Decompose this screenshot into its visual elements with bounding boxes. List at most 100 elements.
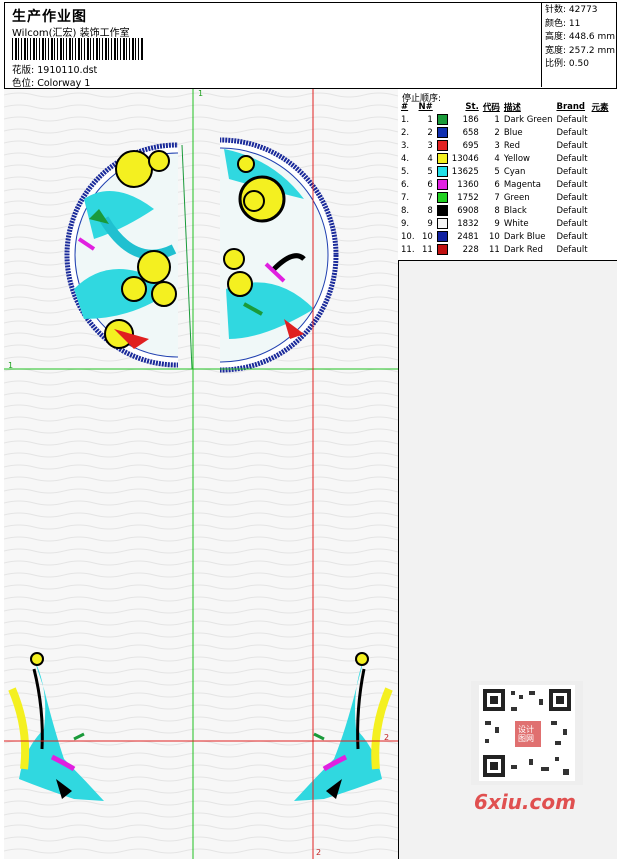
row-needle: 1: [427, 114, 433, 125]
thread-row: 4. 4 13046 4 Yellow Default: [399, 152, 611, 165]
stitch-count: 针数: 42773: [545, 5, 598, 15]
row-element: [590, 178, 611, 191]
row-swatch: [435, 139, 450, 152]
row-index: 2.: [401, 127, 410, 138]
row-stitches: 658: [462, 127, 479, 138]
row-element: [590, 217, 611, 230]
thread-row: 8. 8 6908 8 Black Default: [399, 204, 611, 217]
design-width: 宽度: 257.2 mm: [545, 45, 616, 56]
barcode: [12, 38, 144, 60]
design-line: 花版: 1910110.dst: [12, 62, 97, 76]
thread-table: # N# St. 代码 描述 Brand 元素 1. 1 186 1 Dark Gree…: [399, 101, 611, 256]
thread-row: 10. 10 2481 10 Dark Blue Default: [399, 230, 611, 243]
row-needle: 3: [427, 140, 433, 151]
row-element: [590, 191, 611, 204]
row-needle: 4: [427, 153, 433, 164]
row-code: 1: [494, 114, 500, 125]
qr-caption: 设计 图网: [518, 725, 534, 743]
row-swatch: [435, 178, 450, 191]
row-stitches: 228: [462, 244, 479, 255]
row-code: 6: [494, 179, 500, 190]
color-swatch: [436, 153, 448, 164]
row-swatch: [435, 126, 450, 139]
color-swatch: [436, 192, 448, 203]
color-swatch: [436, 127, 448, 138]
row-description: Yellow: [503, 153, 531, 164]
row-element: [590, 152, 611, 165]
row-needle: 2: [427, 127, 433, 138]
marker-left: 1: [8, 361, 14, 370]
row-description: Magenta: [503, 179, 541, 190]
row-element: [590, 204, 611, 217]
row-code: 4: [494, 153, 500, 164]
row-needle: 6: [427, 179, 433, 190]
row-stitches: 1752: [457, 192, 479, 203]
row-stitches: 1360: [457, 179, 479, 190]
row-index: 8.: [401, 205, 410, 216]
row-brand: Default: [556, 114, 588, 125]
row-element: [590, 113, 611, 126]
color-swatch: [436, 140, 448, 151]
row-element: [590, 139, 611, 152]
thread-row: 2. 2 658 2 Blue Default: [399, 126, 611, 139]
thread-row: 11. 11 228 11 Dark Red Default: [399, 243, 611, 256]
marker-bottom: 2: [316, 848, 322, 857]
design-canvas: 1 1 2 2: [4, 89, 398, 859]
row-brand: Default: [556, 140, 588, 151]
row-description: White: [503, 218, 529, 229]
color-swatch: [436, 114, 448, 125]
row-brand: Default: [556, 218, 588, 229]
col-index: #: [401, 102, 409, 112]
row-brand: Default: [556, 244, 588, 255]
row-index: 6.: [401, 179, 410, 190]
marker-right: 2: [384, 733, 390, 742]
row-stitches: 1832: [457, 218, 479, 229]
row-swatch: [435, 243, 450, 256]
row-stitches: 695: [462, 140, 479, 151]
row-code: 7: [494, 192, 500, 203]
watermark: 6xiu.com: [474, 790, 576, 814]
row-swatch: [435, 230, 450, 243]
sheet-title: 生产作业图: [12, 9, 87, 25]
colorway-value: Colorway 1: [37, 78, 91, 89]
color-swatch: [436, 218, 448, 229]
design-scale: 比例: 0.50: [545, 59, 589, 69]
row-swatch: [435, 152, 450, 165]
col-element: 元素: [591, 103, 609, 113]
row-code: 11: [489, 244, 500, 255]
col-description: 描述: [503, 103, 521, 113]
col-needle: N#: [418, 102, 433, 112]
studio-name: Wilcom(汇宏) 装饰工作室: [12, 28, 130, 39]
row-needle: 5: [427, 166, 433, 177]
row-brand: Default: [556, 127, 588, 138]
row-stitches: 186: [462, 114, 479, 125]
row-description: Red: [503, 140, 520, 151]
col-brand: Brand: [556, 102, 586, 112]
row-index: 7.: [401, 192, 410, 203]
color-swatch: [436, 231, 448, 242]
row-brand: Default: [556, 205, 588, 216]
row-index: 3.: [401, 140, 410, 151]
row-stitches: 2481: [457, 231, 479, 242]
row-description: Dark Green: [503, 114, 553, 125]
row-description: Black: [503, 205, 527, 216]
row-needle: 7: [427, 192, 433, 203]
marker-top: 1: [198, 89, 204, 98]
row-element: [590, 230, 611, 243]
row-index: 5.: [401, 166, 410, 177]
color-swatch: [436, 166, 448, 177]
thread-row: 7. 7 1752 7 Green Default: [399, 191, 611, 204]
row-code: 10: [489, 231, 500, 242]
row-index: 10.: [401, 231, 415, 242]
row-stitches: 6908: [457, 205, 479, 216]
row-swatch: [435, 191, 450, 204]
row-index: 9.: [401, 218, 410, 229]
row-needle: 11: [421, 244, 433, 255]
colorway-label: 色位:: [12, 78, 35, 89]
row-needle: 8: [427, 205, 433, 216]
row-stitches: 13046: [451, 153, 479, 164]
row-code: 5: [494, 166, 500, 177]
thread-row: 5. 5 13625 5 Cyan Default: [399, 165, 611, 178]
design-height: 高度: 448.6 mm: [545, 32, 616, 42]
color-swatch: [436, 179, 448, 190]
